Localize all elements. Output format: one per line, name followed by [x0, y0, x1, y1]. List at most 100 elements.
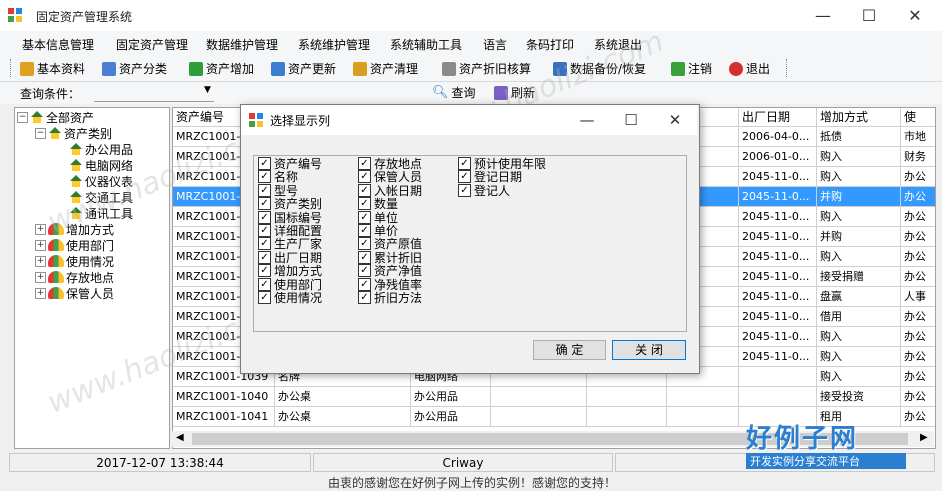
tree-node-category[interactable]: 办公用品 — [69, 141, 133, 157]
checkbox-checked-icon[interactable]: ✓ — [258, 264, 271, 278]
table-cell[interactable]: 2045-11-0... — [739, 227, 817, 247]
checkbox-checked-icon[interactable]: ✓ — [258, 250, 271, 264]
table-cell[interactable]: 办公桌 — [275, 387, 411, 407]
toolbar-asset-category-button[interactable]: 资产分类 — [102, 60, 167, 78]
table-cell[interactable]: 2045-11-0... — [739, 327, 817, 347]
checkbox-checked-icon[interactable]: ✓ — [358, 170, 371, 184]
checkbox-checked-icon[interactable]: ✓ — [258, 183, 271, 197]
table-cell[interactable]: 2045-11-0... — [739, 287, 817, 307]
checkbox-checked-icon[interactable]: ✓ — [258, 224, 271, 237]
checkbox-checked-icon[interactable]: ✓ — [358, 224, 371, 237]
table-cell[interactable]: 2045-11-0... — [739, 207, 817, 227]
table-cell[interactable]: 购入 — [817, 147, 901, 167]
table-cell[interactable]: 抵债 — [817, 127, 901, 147]
tree-node-group[interactable]: + 使用部门 — [35, 237, 114, 253]
table-cell[interactable]: 办公 — [901, 387, 935, 407]
toolbar-basic-data-button[interactable]: 基本资料 — [20, 60, 85, 78]
table-cell[interactable] — [667, 387, 739, 407]
menu-language[interactable]: 语言 — [483, 36, 507, 53]
checkbox-checked-icon[interactable]: ✓ — [458, 170, 471, 184]
maximize-button[interactable]: ☐ — [846, 0, 892, 31]
checkbox-checked-icon[interactable]: ✓ — [358, 197, 371, 211]
tree-node-group[interactable]: + 保管人员 — [35, 285, 114, 301]
expand-icon[interactable]: + — [35, 287, 46, 299]
toolbar-depreciation-button[interactable]: 资产折旧核算 — [442, 60, 531, 78]
column-checkbox[interactable]: ✓ 登记人 — [458, 183, 510, 198]
close-dialog-button[interactable]: 关 闭 — [612, 340, 686, 360]
tree-node-asset-category[interactable]: − 资产类别 — [35, 125, 112, 141]
table-cell[interactable]: 办公 — [901, 407, 935, 427]
toolbar-add-asset-button[interactable]: 资产增加 — [189, 60, 254, 78]
table-cell[interactable]: 办公 — [901, 347, 935, 367]
dialog-close-button[interactable]: ✕ — [653, 105, 697, 135]
checkbox-checked-icon[interactable]: ✓ — [358, 183, 371, 197]
checkbox-checked-icon[interactable]: ✓ — [258, 237, 271, 251]
tree-node-group[interactable]: + 存放地点 — [35, 269, 114, 285]
table-cell[interactable]: 并购 — [817, 227, 901, 247]
menu-fixed-asset[interactable]: 固定资产管理 — [116, 36, 188, 53]
table-cell[interactable]: 办公 — [901, 227, 935, 247]
table-cell[interactable]: 2045-11-0... — [739, 187, 817, 207]
tree-node-group[interactable]: + 使用情况 — [35, 253, 114, 269]
table-cell[interactable]: 并购 — [817, 187, 901, 207]
menu-barcode-print[interactable]: 条码打印 — [526, 36, 574, 53]
checkbox-checked-icon[interactable]: ✓ — [358, 277, 371, 291]
table-cell[interactable]: MRZC1001-1040 — [173, 387, 275, 407]
expand-icon[interactable]: + — [35, 255, 46, 267]
table-cell[interactable]: 借用 — [817, 307, 901, 327]
table-cell[interactable]: 购入 — [817, 367, 901, 387]
column-checkbox[interactable]: ✓ 使用情况 — [258, 291, 322, 305]
table-cell[interactable]: 2045-11-0... — [739, 167, 817, 187]
collapse-icon[interactable]: − — [35, 127, 46, 139]
checkbox-checked-icon[interactable]: ✓ — [458, 183, 471, 197]
collapse-icon[interactable]: − — [17, 111, 28, 123]
table-cell[interactable] — [587, 387, 667, 407]
table-cell[interactable] — [587, 407, 667, 427]
checkbox-checked-icon[interactable]: ✓ — [458, 157, 471, 170]
table-cell[interactable]: 盘赢 — [817, 287, 901, 307]
scroll-right-icon[interactable]: ▶ — [920, 432, 928, 443]
table-cell[interactable]: 办公桌 — [275, 407, 411, 427]
table-cell[interactable]: 人事 — [901, 287, 935, 307]
expand-icon[interactable]: + — [35, 271, 46, 283]
table-cell[interactable]: 购入 — [817, 167, 901, 187]
table-cell[interactable]: 办公 — [901, 167, 935, 187]
table-cell[interactable]: MRZC1001-1041 — [173, 407, 275, 427]
dialog-minimize-button[interactable]: — — [565, 105, 609, 135]
table-cell[interactable]: 办公 — [901, 247, 935, 267]
table-cell[interactable]: 购入 — [817, 247, 901, 267]
checkbox-checked-icon[interactable]: ✓ — [258, 157, 271, 170]
table-cell[interactable]: 办公用品 — [411, 407, 491, 427]
tree-node-all-assets[interactable]: − 全部资产 — [17, 109, 94, 125]
table-cell[interactable]: 接受捐赠 — [817, 267, 901, 287]
menu-system-maintenance[interactable]: 系统维护管理 — [298, 36, 370, 53]
checkbox-checked-icon[interactable]: ✓ — [258, 291, 271, 304]
confirm-button[interactable]: 确 定 — [533, 340, 606, 360]
table-cell[interactable]: 办公用品 — [411, 387, 491, 407]
checkbox-checked-icon[interactable]: ✓ — [258, 210, 271, 224]
table-cell[interactable]: 市地 — [901, 127, 935, 147]
table-cell[interactable] — [667, 407, 739, 427]
toolbar-update-asset-button[interactable]: 资产更新 — [271, 60, 336, 78]
chevron-down-icon[interactable]: ▼ — [204, 85, 211, 95]
checkbox-checked-icon[interactable]: ✓ — [358, 210, 371, 224]
query-condition-select[interactable] — [94, 83, 214, 102]
checkbox-checked-icon[interactable]: ✓ — [358, 250, 371, 264]
checkbox-checked-icon[interactable]: ✓ — [258, 277, 271, 291]
menu-basic-info[interactable]: 基本信息管理 — [22, 36, 94, 53]
table-cell[interactable]: 财务 — [901, 147, 935, 167]
table-cell[interactable]: 2045-11-0... — [739, 247, 817, 267]
table-cell[interactable] — [739, 387, 817, 407]
checkbox-checked-icon[interactable]: ✓ — [358, 237, 371, 251]
dialog-maximize-button[interactable]: ☐ — [609, 105, 653, 135]
table-cell[interactable]: 购入 — [817, 347, 901, 367]
table-cell[interactable]: 购入 — [817, 327, 901, 347]
column-header[interactable]: 使 — [901, 108, 935, 127]
table-cell[interactable]: 办公 — [901, 307, 935, 327]
toolbar-exit-button[interactable]: 退出 — [729, 60, 770, 78]
table-cell[interactable]: 2006-04-0... — [739, 127, 817, 147]
checkbox-checked-icon[interactable]: ✓ — [358, 291, 371, 304]
minimize-button[interactable]: — — [800, 0, 846, 31]
expand-icon[interactable]: + — [35, 239, 46, 251]
close-window-button[interactable]: ✕ — [892, 0, 938, 31]
